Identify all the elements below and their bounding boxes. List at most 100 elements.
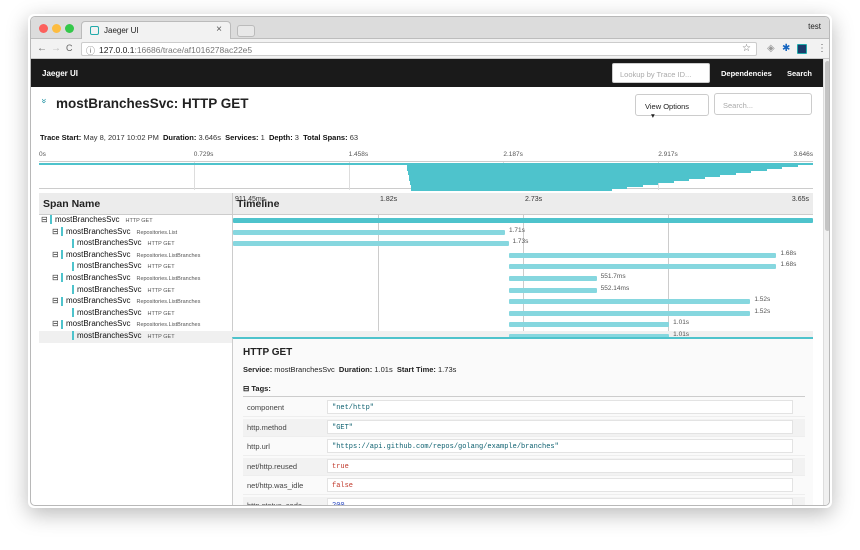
span-name-cell[interactable]: mostBranchesSvc HTTP GET [63,261,175,271]
tag-value[interactable]: false [327,478,793,492]
span-name-cell[interactable]: mostBranchesSvc HTTP GET [63,238,175,248]
header-divider[interactable] [232,193,233,215]
service-color-stripe [61,296,63,306]
span-name-cell[interactable]: ⊟ mostBranchesSvc Repositories.ListBranche… [52,250,200,260]
span-row[interactable]: mostBranchesSvc HTTP GET 1.68s [39,261,813,273]
reload-icon[interactable]: C [66,43,73,53]
tag-value[interactable]: true [327,458,793,473]
profile-name[interactable]: test [808,22,821,31]
span-name-cell[interactable]: ⊟ mostBranchesSvc Repositories.ListBranche… [52,296,201,306]
expand-toggle-icon[interactable]: ⊟ [41,215,50,224]
span-duration-bar[interactable] [508,322,670,328]
zoom-window-button[interactable] [65,24,74,33]
minimap-tick-label: 0.729s [193,151,214,158]
site-info-icon[interactable]: ⓘ [86,44,95,57]
span-row[interactable]: ⊟ mostBranchesSvc Repositories.ListBranche… [39,296,813,308]
page-scrollbar[interactable] [823,59,829,505]
tag-value[interactable]: "https://api.github.com/repos/golang/exa… [327,439,793,453]
forward-arrow-icon[interactable]: → [51,43,61,54]
span-row[interactable]: mostBranchesSvc HTTP GET 1.52s [39,308,813,320]
nav-search[interactable]: Search [787,69,812,78]
duration-value: 3.646s [198,133,221,142]
span-name-cell[interactable]: ⊟ mostBranchesSvc HTTP GET [41,215,153,225]
timeline-header: Span Name Timeline 911.45ms 1.82s 2.73s 3.6… [39,193,813,215]
span-duration-label: 1.68s [780,249,797,257]
span-name-cell[interactable]: mostBranchesSvc HTTP GET [63,285,175,294]
top-nav: Jaeger UI Lookup by Trace ID... Dependen… [31,59,823,87]
span-operation-name: Repositories.List [136,229,178,236]
tag-key: component [247,403,285,412]
span-operation-name: HTTP GET [147,241,175,248]
span-name-cell[interactable]: ⊟ mostBranchesSvc Repositories.ListBranche… [52,319,200,329]
minimap-tick-label: 3.646s [793,151,813,158]
trace-summary: Trace Start: May 8, 2017 10:02 PM Durati… [40,133,358,142]
span-name-cell[interactable]: mostBranchesSvc HTTP GET [63,307,175,318]
trace-id-lookup-input[interactable]: Lookup by Trace ID... [612,63,710,83]
browser-menu-icon[interactable]: ⋮ [817,43,827,54]
extension-square-icon[interactable] [797,44,807,54]
tags-toggle[interactable]: ⊟ Tags: [243,384,271,393]
new-tab-button[interactable] [237,25,255,37]
span-duration-bar[interactable] [508,287,597,293]
trace-minimap[interactable]: 0s 0.729s 1.458s 2.187s 2.917s 3.646s [39,151,813,191]
span-row[interactable]: ⊟ mostBranchesSvc Repositories.ListBranche… [39,250,813,262]
minimap-canvas[interactable] [39,161,813,191]
tag-value[interactable]: "GET" [327,419,793,434]
span-duration-bar[interactable] [233,229,506,235]
span-row[interactable]: mostBranchesSvc HTTP GET 552.14ms [39,285,813,297]
span-operation-name: HTTP GET [147,287,175,294]
expand-toggle-icon[interactable]: ⊟ [52,273,61,282]
span-duration-bar[interactable] [508,310,751,316]
url-host: 127.0.0.1 [99,45,135,55]
timeline-tick-label: 911.45ms [235,196,266,203]
span-duration-bar[interactable] [508,264,777,270]
detail-meta: Service: mostBranchesSvc Duration: 1.01s… [243,365,456,374]
span-operation-name: Repositories.ListBranches [136,299,201,306]
span-duration-bar[interactable] [233,241,509,247]
find-in-trace-input[interactable]: Search... [714,93,812,115]
bookmark-star-icon[interactable]: ☆ [742,43,751,54]
minimize-window-button[interactable] [52,24,61,33]
url-field[interactable]: ⓘ 127.0.0.1:16686/trace/af1016278ac22e5 … [81,42,757,56]
expand-toggle-icon[interactable]: ⊟ [52,296,61,305]
span-duration-bar[interactable] [508,276,597,281]
span-duration-bar[interactable] [233,218,813,223]
extension-asterisk-icon[interactable]: ✱ [782,43,790,54]
tag-row: component "net/http" [243,399,805,417]
extension-shield-icon[interactable]: ◈ [767,43,775,54]
trace-start-label: Trace Start: [40,133,82,142]
back-arrow-icon[interactable]: ← [37,43,47,54]
tag-value[interactable]: 200 [327,497,793,505]
span-name-cell[interactable]: ⊟ mostBranchesSvc Repositories.List [52,227,177,236]
span-duration-bar[interactable] [508,299,751,305]
view-options-button[interactable]: View Options ▾ [635,94,709,120]
collapse-chevron-icon[interactable]: » [40,98,50,103]
detail-start-value: 1.73s [438,365,457,374]
expand-toggle-icon[interactable]: ⊟ [52,319,61,328]
expand-toggle-icon[interactable]: ⊟ [52,250,61,259]
span-row[interactable]: mostBranchesSvc HTTP GET 1.73s [39,238,813,250]
tab-jaeger[interactable]: Jaeger UI × [81,21,231,39]
brand-logo[interactable]: Jaeger UI [42,69,78,78]
depth-value: 3 [294,133,299,142]
span-service-name: mostBranchesSvc [77,307,142,317]
span-duration-bar[interactable] [508,252,777,258]
span-row[interactable]: ⊟ mostBranchesSvc HTTP GET [39,215,813,227]
expand-toggle-icon[interactable]: ⊟ [52,227,61,236]
span-row[interactable]: ⊟ mostBranchesSvc Repositories.ListBranche… [39,319,813,331]
service-color-stripe [61,250,63,260]
minimap-tick-label: 1.458s [348,151,369,158]
nav-dependencies[interactable]: Dependencies [721,69,772,78]
scrollbar-thumb[interactable] [825,61,829,231]
close-tab-icon[interactable]: × [216,24,222,35]
service-color-stripe [61,319,63,329]
detail-start-label: Start Time: [396,365,436,374]
span-row[interactable]: ⊟ mostBranchesSvc Repositories.List 1.71s [39,227,813,239]
span-name-cell[interactable]: mostBranchesSvc HTTP GET [63,331,175,341]
span-name-cell[interactable]: ⊟ mostBranchesSvc Repositories.ListBranche… [52,273,200,283]
span-row[interactable]: ⊟ mostBranchesSvc Repositories.ListBranche… [39,273,813,285]
close-window-button[interactable] [39,24,48,33]
tag-value[interactable]: "net/http" [327,400,793,414]
span-duration-label: 1.01s [673,319,690,327]
trace-page: » mostBranchesSvc: HTTP GET View Options… [31,87,823,505]
